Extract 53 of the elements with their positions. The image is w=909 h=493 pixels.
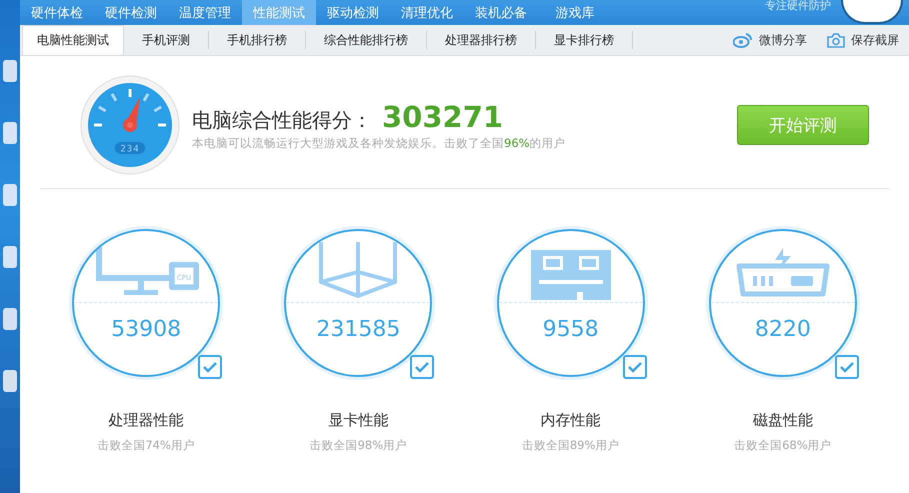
component-score: 231585: [316, 317, 400, 342]
screenshot-button[interactable]: 保存截屏: [817, 25, 909, 55]
memory-chip-icon: [530, 250, 611, 302]
slogan: 专注硬件防护: [765, 0, 831, 11]
checkmark-icon: [414, 361, 430, 373]
component-rank: 击败全国98%用户: [310, 438, 408, 453]
desktop-icon[interactable]: [3, 184, 17, 206]
score-title: 电脑综合性能得分：: [192, 106, 372, 134]
weibo-icon: [733, 32, 753, 48]
nav-tab[interactable]: 硬件体检: [20, 0, 94, 25]
checkbox[interactable]: [198, 355, 222, 379]
sub-tab[interactable]: 显卡排行榜: [536, 31, 633, 49]
component-name: 内存性能: [540, 411, 601, 430]
checkbox[interactable]: [410, 355, 434, 379]
component-name: 显卡性能: [328, 411, 388, 430]
checkmark-icon: [838, 361, 855, 373]
nav-tab[interactable]: 硬件检测: [94, 0, 168, 25]
component-score: 8220: [754, 317, 811, 342]
component-name: 磁盘性能: [752, 411, 813, 430]
score-description: 本电脑可以流畅运行大型游戏及各种发烧娱乐。击败了全国96%的用户: [192, 136, 567, 150]
nav-tab[interactable]: 装机必备: [464, 0, 538, 25]
share-button[interactable]: 微博分享: [723, 25, 817, 55]
component-rank: 击败全国89%用户: [522, 438, 620, 453]
checkmark-icon: [626, 361, 643, 373]
nav-tab[interactable]: 游戏库: [538, 0, 612, 25]
checkbox[interactable]: [622, 355, 647, 379]
component-score: 9558: [542, 317, 599, 342]
sub-tab[interactable]: 手机评测: [124, 31, 209, 49]
gauge-reading: 234: [120, 144, 140, 154]
total-score: 303271: [382, 100, 504, 134]
nav-tab[interactable]: 温度管理: [168, 0, 242, 25]
camera-icon: [827, 32, 845, 48]
logo-icon: [841, 0, 903, 24]
needle-icon: [123, 97, 140, 132]
checkmark-icon: [202, 361, 218, 373]
desktop-icon[interactable]: [3, 370, 17, 392]
desktop-icon[interactable]: [3, 246, 17, 268]
component-rank: 击败全国68%用户: [734, 438, 832, 453]
component-rank: 击败全国74%用户: [97, 438, 195, 453]
checkbox[interactable]: [834, 355, 859, 379]
component-name: 处理器性能: [108, 411, 184, 430]
nav-tab[interactable]: 清理优化: [390, 0, 464, 25]
sub-tab[interactable]: 综合性能排行榜: [306, 31, 427, 49]
desktop-icon[interactable]: [3, 308, 17, 330]
desktop-icon[interactable]: [3, 122, 17, 144]
desktop-icon[interactable]: [3, 60, 17, 82]
start-test-button[interactable]: 开始评测: [737, 105, 869, 145]
sub-tab[interactable]: 电脑性能测试: [22, 25, 124, 55]
sub-tab[interactable]: 手机排行榜: [209, 31, 306, 49]
nav-tab[interactable]: 驱动检测: [316, 0, 390, 25]
nav-tab[interactable]: 性能测试: [242, 0, 316, 25]
sub-tab[interactable]: 处理器排行榜: [427, 31, 536, 49]
component-score: 53908: [111, 317, 182, 342]
